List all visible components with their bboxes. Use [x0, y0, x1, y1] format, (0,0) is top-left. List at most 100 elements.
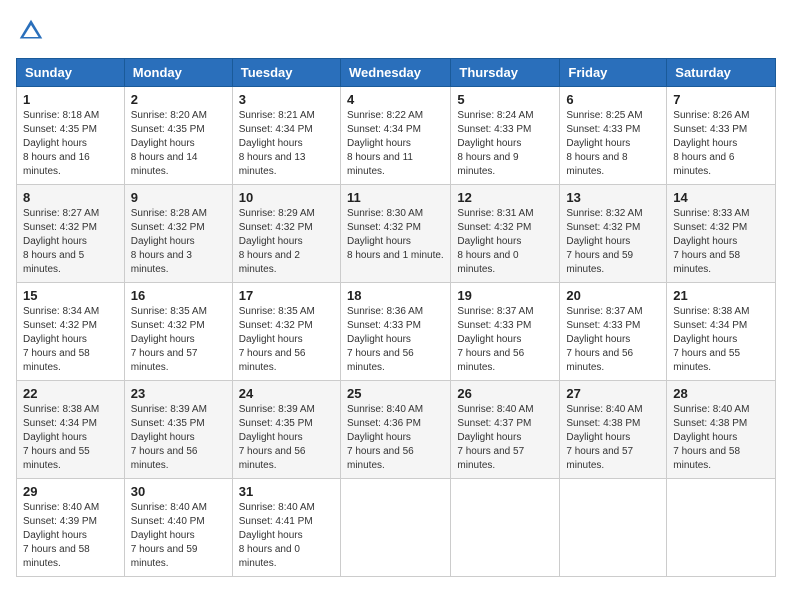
day-info: Sunrise: 8:40 AMSunset: 4:36 PMDaylight …: [347, 404, 423, 471]
day-info: Sunrise: 8:37 AMSunset: 4:33 PMDaylight …: [566, 306, 642, 373]
calendar-header-sunday: Sunday: [17, 59, 125, 87]
day-number: 12: [457, 190, 553, 205]
day-number: 4: [347, 92, 444, 107]
calendar-day-cell: 13 Sunrise: 8:32 AMSunset: 4:32 PMDaylig…: [560, 185, 667, 283]
day-info: Sunrise: 8:40 AMSunset: 4:38 PMDaylight …: [673, 404, 749, 471]
day-info: Sunrise: 8:22 AMSunset: 4:34 PMDaylight …: [347, 110, 423, 177]
day-info: Sunrise: 8:28 AMSunset: 4:32 PMDaylight …: [131, 208, 207, 275]
calendar-day-cell: 18 Sunrise: 8:36 AMSunset: 4:33 PMDaylig…: [340, 283, 450, 381]
day-info: Sunrise: 8:37 AMSunset: 4:33 PMDaylight …: [457, 306, 533, 373]
day-number: 16: [131, 288, 226, 303]
calendar-week-row: 29 Sunrise: 8:40 AMSunset: 4:39 PMDaylig…: [17, 479, 776, 577]
day-info: Sunrise: 8:36 AMSunset: 4:33 PMDaylight …: [347, 306, 423, 373]
day-info: Sunrise: 8:27 AMSunset: 4:32 PMDaylight …: [23, 208, 99, 275]
day-number: 10: [239, 190, 334, 205]
day-number: 5: [457, 92, 553, 107]
calendar-day-cell: 27 Sunrise: 8:40 AMSunset: 4:38 PMDaylig…: [560, 381, 667, 479]
calendar-day-cell: 15 Sunrise: 8:34 AMSunset: 4:32 PMDaylig…: [17, 283, 125, 381]
logo: [16, 16, 50, 46]
day-info: Sunrise: 8:39 AMSunset: 4:35 PMDaylight …: [239, 404, 315, 471]
calendar-day-cell: 1 Sunrise: 8:18 AMSunset: 4:35 PMDayligh…: [17, 87, 125, 185]
calendar-day-cell: 14 Sunrise: 8:33 AMSunset: 4:32 PMDaylig…: [667, 185, 776, 283]
calendar-day-cell: 5 Sunrise: 8:24 AMSunset: 4:33 PMDayligh…: [451, 87, 560, 185]
day-info: Sunrise: 8:38 AMSunset: 4:34 PMDaylight …: [673, 306, 749, 373]
calendar-day-cell: 22 Sunrise: 8:38 AMSunset: 4:34 PMDaylig…: [17, 381, 125, 479]
day-number: 15: [23, 288, 118, 303]
calendar-day-cell: [451, 479, 560, 577]
day-number: 18: [347, 288, 444, 303]
calendar-day-cell: 11 Sunrise: 8:30 AMSunset: 4:32 PMDaylig…: [340, 185, 450, 283]
calendar-week-row: 15 Sunrise: 8:34 AMSunset: 4:32 PMDaylig…: [17, 283, 776, 381]
day-info: Sunrise: 8:30 AMSunset: 4:32 PMDaylight …: [347, 208, 444, 261]
calendar-day-cell: 23 Sunrise: 8:39 AMSunset: 4:35 PMDaylig…: [124, 381, 232, 479]
calendar-day-cell: 25 Sunrise: 8:40 AMSunset: 4:36 PMDaylig…: [340, 381, 450, 479]
calendar-day-cell: 12 Sunrise: 8:31 AMSunset: 4:32 PMDaylig…: [451, 185, 560, 283]
calendar-header-wednesday: Wednesday: [340, 59, 450, 87]
calendar-header-friday: Friday: [560, 59, 667, 87]
calendar-day-cell: 31 Sunrise: 8:40 AMSunset: 4:41 PMDaylig…: [232, 479, 340, 577]
day-info: Sunrise: 8:31 AMSunset: 4:32 PMDaylight …: [457, 208, 533, 275]
day-info: Sunrise: 8:18 AMSunset: 4:35 PMDaylight …: [23, 110, 99, 177]
calendar-day-cell: [667, 479, 776, 577]
day-info: Sunrise: 8:40 AMSunset: 4:41 PMDaylight …: [239, 502, 315, 569]
day-info: Sunrise: 8:34 AMSunset: 4:32 PMDaylight …: [23, 306, 99, 373]
day-number: 25: [347, 386, 444, 401]
calendar-table: SundayMondayTuesdayWednesdayThursdayFrid…: [16, 58, 776, 577]
day-info: Sunrise: 8:40 AMSunset: 4:39 PMDaylight …: [23, 502, 99, 569]
calendar-day-cell: 21 Sunrise: 8:38 AMSunset: 4:34 PMDaylig…: [667, 283, 776, 381]
day-info: Sunrise: 8:35 AMSunset: 4:32 PMDaylight …: [131, 306, 207, 373]
calendar-week-row: 8 Sunrise: 8:27 AMSunset: 4:32 PMDayligh…: [17, 185, 776, 283]
day-info: Sunrise: 8:33 AMSunset: 4:32 PMDaylight …: [673, 208, 749, 275]
calendar-day-cell: 16 Sunrise: 8:35 AMSunset: 4:32 PMDaylig…: [124, 283, 232, 381]
calendar-day-cell: 7 Sunrise: 8:26 AMSunset: 4:33 PMDayligh…: [667, 87, 776, 185]
day-number: 17: [239, 288, 334, 303]
day-info: Sunrise: 8:32 AMSunset: 4:32 PMDaylight …: [566, 208, 642, 275]
calendar-day-cell: 4 Sunrise: 8:22 AMSunset: 4:34 PMDayligh…: [340, 87, 450, 185]
day-number: 23: [131, 386, 226, 401]
day-info: Sunrise: 8:26 AMSunset: 4:33 PMDaylight …: [673, 110, 749, 177]
day-number: 8: [23, 190, 118, 205]
calendar-day-cell: 10 Sunrise: 8:29 AMSunset: 4:32 PMDaylig…: [232, 185, 340, 283]
calendar-day-cell: [560, 479, 667, 577]
calendar-header-row: SundayMondayTuesdayWednesdayThursdayFrid…: [17, 59, 776, 87]
day-info: Sunrise: 8:38 AMSunset: 4:34 PMDaylight …: [23, 404, 99, 471]
calendar-day-cell: 2 Sunrise: 8:20 AMSunset: 4:35 PMDayligh…: [124, 87, 232, 185]
day-number: 14: [673, 190, 769, 205]
day-number: 2: [131, 92, 226, 107]
day-number: 1: [23, 92, 118, 107]
calendar-header-tuesday: Tuesday: [232, 59, 340, 87]
calendar-day-cell: 19 Sunrise: 8:37 AMSunset: 4:33 PMDaylig…: [451, 283, 560, 381]
day-number: 26: [457, 386, 553, 401]
day-info: Sunrise: 8:20 AMSunset: 4:35 PMDaylight …: [131, 110, 207, 177]
day-info: Sunrise: 8:40 AMSunset: 4:37 PMDaylight …: [457, 404, 533, 471]
calendar-day-cell: 20 Sunrise: 8:37 AMSunset: 4:33 PMDaylig…: [560, 283, 667, 381]
day-number: 21: [673, 288, 769, 303]
day-number: 11: [347, 190, 444, 205]
day-number: 27: [566, 386, 660, 401]
day-number: 28: [673, 386, 769, 401]
day-number: 13: [566, 190, 660, 205]
calendar-day-cell: 17 Sunrise: 8:35 AMSunset: 4:32 PMDaylig…: [232, 283, 340, 381]
day-info: Sunrise: 8:24 AMSunset: 4:33 PMDaylight …: [457, 110, 533, 177]
day-number: 31: [239, 484, 334, 499]
calendar-header-saturday: Saturday: [667, 59, 776, 87]
calendar-day-cell: 29 Sunrise: 8:40 AMSunset: 4:39 PMDaylig…: [17, 479, 125, 577]
calendar-day-cell: [340, 479, 450, 577]
day-info: Sunrise: 8:39 AMSunset: 4:35 PMDaylight …: [131, 404, 207, 471]
day-number: 22: [23, 386, 118, 401]
calendar-day-cell: 24 Sunrise: 8:39 AMSunset: 4:35 PMDaylig…: [232, 381, 340, 479]
day-number: 19: [457, 288, 553, 303]
calendar-day-cell: 28 Sunrise: 8:40 AMSunset: 4:38 PMDaylig…: [667, 381, 776, 479]
page-header: [16, 16, 776, 46]
day-number: 9: [131, 190, 226, 205]
calendar-day-cell: 30 Sunrise: 8:40 AMSunset: 4:40 PMDaylig…: [124, 479, 232, 577]
day-info: Sunrise: 8:29 AMSunset: 4:32 PMDaylight …: [239, 208, 315, 275]
calendar-day-cell: 9 Sunrise: 8:28 AMSunset: 4:32 PMDayligh…: [124, 185, 232, 283]
calendar-header-monday: Monday: [124, 59, 232, 87]
day-info: Sunrise: 8:25 AMSunset: 4:33 PMDaylight …: [566, 110, 642, 177]
day-number: 7: [673, 92, 769, 107]
day-number: 20: [566, 288, 660, 303]
day-info: Sunrise: 8:21 AMSunset: 4:34 PMDaylight …: [239, 110, 315, 177]
calendar-day-cell: 6 Sunrise: 8:25 AMSunset: 4:33 PMDayligh…: [560, 87, 667, 185]
day-number: 24: [239, 386, 334, 401]
